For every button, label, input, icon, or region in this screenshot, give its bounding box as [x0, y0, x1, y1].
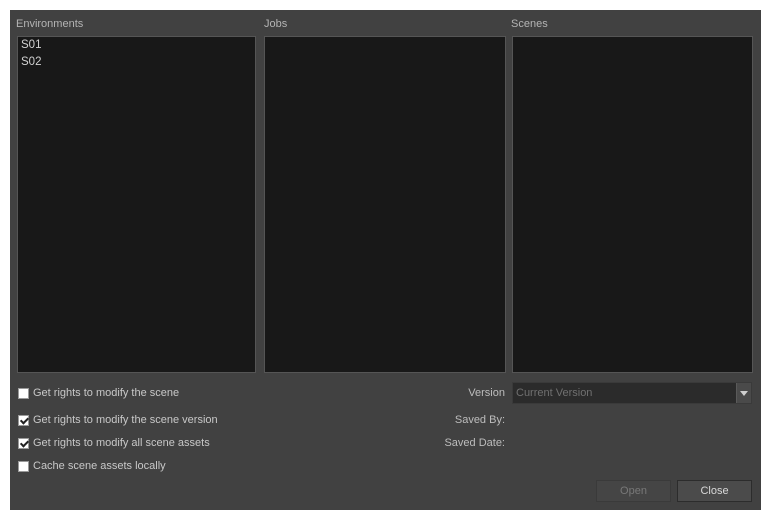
chevron-down-icon: [740, 390, 748, 396]
list-item[interactable]: S02: [18, 54, 255, 71]
modify-assets-checkbox[interactable]: [18, 437, 29, 449]
modify-scene-version-label: Get rights to modify the scene version: [33, 414, 218, 426]
close-button[interactable]: Close: [677, 480, 752, 502]
version-label: Version: [468, 387, 505, 399]
cache-assets-label: Cache scene assets locally: [33, 460, 166, 472]
open-scene-dialog: Environments S01 S02 Jobs Scenes Get rig…: [10, 10, 761, 510]
jobs-label: Jobs: [264, 18, 288, 30]
open-button[interactable]: Open: [596, 480, 671, 502]
dropdown-arrow[interactable]: [736, 383, 751, 403]
scenes-label: Scenes: [511, 18, 548, 30]
list-item[interactable]: S01: [18, 37, 255, 54]
saved-by-label: Saved By:: [454, 414, 505, 426]
scenes-list[interactable]: [512, 36, 753, 373]
modify-scene-version-option[interactable]: Get rights to modify the scene version: [18, 413, 218, 427]
version-value: Current Version: [516, 387, 593, 399]
modify-scene-checkbox[interactable]: [18, 387, 29, 399]
cache-assets-checkbox[interactable]: [18, 460, 29, 472]
modify-scene-version-checkbox[interactable]: [18, 414, 29, 426]
modify-scene-label: Get rights to modify the scene: [33, 387, 180, 399]
jobs-list[interactable]: [264, 36, 506, 373]
modify-assets-label: Get rights to modify all scene assets: [33, 437, 210, 449]
version-select[interactable]: Current Version: [512, 382, 752, 404]
modify-assets-option[interactable]: Get rights to modify all scene assets: [18, 436, 210, 450]
environments-label: Environments: [16, 18, 84, 30]
saved-date-label: Saved Date:: [444, 437, 505, 449]
cache-assets-option[interactable]: Cache scene assets locally: [18, 459, 166, 473]
environments-list[interactable]: S01 S02: [17, 36, 256, 373]
modify-scene-option[interactable]: Get rights to modify the scene: [18, 386, 179, 400]
